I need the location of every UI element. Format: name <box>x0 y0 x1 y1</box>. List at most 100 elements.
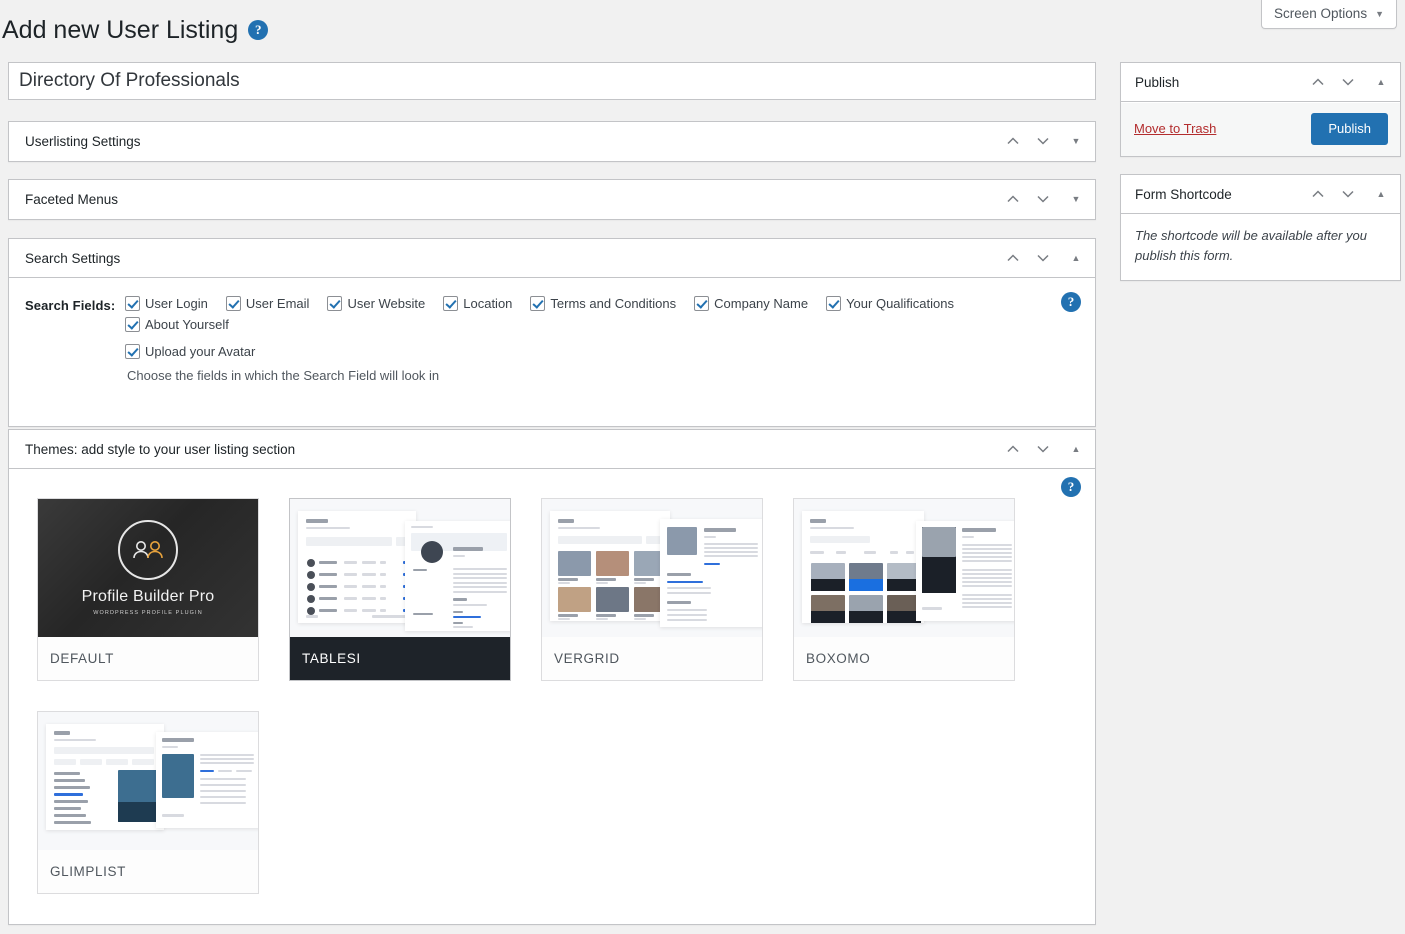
form-shortcode-panel: Form Shortcode ▲ The shortcode will be a… <box>1120 174 1401 282</box>
theme-card[interactable]: TABLESI <box>289 498 511 681</box>
profile-photo <box>667 527 697 555</box>
help-icon[interactable]: ? <box>1061 292 1081 312</box>
theme-thumbnail[interactable] <box>290 499 510 637</box>
thumb-line <box>962 598 1012 600</box>
move-to-trash-link[interactable]: Move to Trash <box>1134 121 1216 136</box>
toggle-panel-icon[interactable]: ▲ <box>1374 75 1388 89</box>
thumb-line <box>54 731 70 735</box>
search-field-checkbox[interactable]: Location <box>443 296 512 311</box>
panel-title: Faceted Menus <box>25 191 119 207</box>
checkbox-icon[interactable] <box>125 317 140 332</box>
toggle-panel-icon[interactable]: ▲ <box>1374 187 1388 201</box>
search-field-checkbox[interactable]: Upload your Avatar <box>125 344 255 359</box>
theme-name: VERGRID <box>542 637 762 680</box>
help-icon[interactable]: ? <box>248 20 269 41</box>
thumb-line <box>634 618 646 620</box>
thumb-line <box>413 613 433 615</box>
toggle-panel-icon[interactable]: ▼ <box>1069 134 1083 148</box>
move-down-icon[interactable] <box>1340 186 1356 202</box>
panel-userlisting-settings[interactable]: Userlisting Settings ▼ <box>8 121 1096 162</box>
thumb-line <box>453 586 507 588</box>
toggle-panel-icon[interactable]: ▲ <box>1069 442 1083 456</box>
move-up-icon[interactable] <box>1005 441 1021 457</box>
move-up-icon[interactable] <box>1005 191 1021 207</box>
panel-header[interactable]: Themes: add style to your user listing s… <box>9 430 1095 469</box>
panel-header[interactable]: Faceted Menus ▼ <box>9 180 1095 219</box>
listing-title-input[interactable] <box>8 62 1096 100</box>
checkbox-icon[interactable] <box>125 344 140 359</box>
theme-card[interactable]: GLIMPLIST <box>37 711 259 894</box>
theme-thumbnail[interactable] <box>794 499 1014 637</box>
thumb-line <box>558 578 578 581</box>
theme-thumbnail[interactable] <box>542 499 762 637</box>
panel-faceted-menus[interactable]: Faceted Menus ▼ <box>8 179 1096 220</box>
move-down-icon[interactable] <box>1340 74 1356 90</box>
checkbox-icon[interactable] <box>826 296 842 311</box>
publish-panel-title: Publish <box>1135 74 1180 90</box>
panel-themes[interactable]: Themes: add style to your user listing s… <box>8 429 1096 925</box>
thumb-line <box>453 568 507 570</box>
move-up-icon[interactable] <box>1310 74 1326 90</box>
panel-controls: ▲ <box>1310 186 1388 202</box>
move-up-icon[interactable] <box>1005 250 1021 266</box>
theme-card[interactable]: VERGRID <box>541 498 763 681</box>
checkbox-icon[interactable] <box>694 296 710 311</box>
panel-header[interactable]: Userlisting Settings ▼ <box>9 122 1095 161</box>
name-row <box>54 821 91 824</box>
thumb-line <box>634 578 654 581</box>
screen-options-button[interactable]: Screen Options ▼ <box>1261 0 1397 29</box>
user-photo <box>558 587 591 612</box>
search-fields-checkbox-group: User Login User Email User Website Location… <box>125 296 995 359</box>
panel-search-settings[interactable]: Search Settings ▲ ? Search Fields: User … <box>8 238 1096 427</box>
toggle-panel-icon[interactable]: ▲ <box>1069 251 1083 265</box>
shortcode-panel-header[interactable]: Form Shortcode ▲ <box>1121 175 1400 214</box>
move-down-icon[interactable] <box>1035 441 1051 457</box>
read-more <box>704 563 720 565</box>
theme-card[interactable]: BOXOMO <box>793 498 1015 681</box>
theme-card[interactable]: Profile Builder Pro WORDPRESS PROFILE PLU… <box>37 498 259 681</box>
search-field-checkbox[interactable]: Terms and Conditions <box>530 296 676 311</box>
glimplist-art <box>38 712 258 850</box>
thumb-line <box>319 597 337 600</box>
search-field-checkbox[interactable]: User Website <box>327 296 425 311</box>
checkbox-icon[interactable] <box>125 296 140 311</box>
thumb-line <box>704 555 758 557</box>
page-title: Add new User Listing <box>2 16 239 44</box>
thumb-line <box>667 573 691 576</box>
theme-name: BOXOMO <box>794 637 1014 680</box>
search-field-checkbox[interactable]: Company Name <box>694 296 808 311</box>
search-field-checkbox[interactable]: User Email <box>225 296 309 311</box>
search-field-label: Upload your Avatar <box>145 344 256 359</box>
panel-controls: ▲ <box>1005 441 1083 457</box>
thumb-line <box>306 615 318 618</box>
checkbox-icon[interactable] <box>530 296 546 311</box>
thumb-line <box>200 778 246 780</box>
thumb-line <box>962 560 1012 562</box>
user-photo <box>558 551 591 576</box>
checkbox-icon[interactable] <box>225 296 241 311</box>
detail-photo <box>162 754 194 798</box>
help-icon[interactable]: ? <box>1061 477 1081 497</box>
search-field-checkbox[interactable]: Your Qualifications <box>826 296 954 311</box>
move-up-icon[interactable] <box>1005 133 1021 149</box>
theme-name: GLIMPLIST <box>38 850 258 893</box>
search-field-checkbox[interactable]: User Login <box>125 296 208 311</box>
publish-button[interactable]: Publish <box>1311 113 1388 145</box>
search-field-checkbox[interactable]: About Yourself <box>125 317 229 332</box>
panel-header[interactable]: Search Settings ▲ <box>9 239 1095 278</box>
theme-thumbnail[interactable] <box>38 712 258 850</box>
toggle-panel-icon[interactable]: ▼ <box>1069 192 1083 206</box>
theme-thumbnail[interactable]: Profile Builder Pro WORDPRESS PROFILE PLU… <box>38 499 258 637</box>
move-down-icon[interactable] <box>1035 250 1051 266</box>
publish-panel-header[interactable]: Publish ▲ <box>1121 63 1400 102</box>
move-up-icon[interactable] <box>1310 186 1326 202</box>
thumb-line <box>380 573 386 576</box>
move-down-icon[interactable] <box>1035 133 1051 149</box>
search-fields-hint: Choose the fields in which the Search Fi… <box>127 368 440 383</box>
checkbox-icon[interactable] <box>443 296 459 311</box>
checkbox-icon[interactable] <box>327 296 343 311</box>
thumb-line <box>962 594 1012 596</box>
row-avatar <box>307 571 315 579</box>
move-down-icon[interactable] <box>1035 191 1051 207</box>
thumb-line <box>362 561 376 564</box>
